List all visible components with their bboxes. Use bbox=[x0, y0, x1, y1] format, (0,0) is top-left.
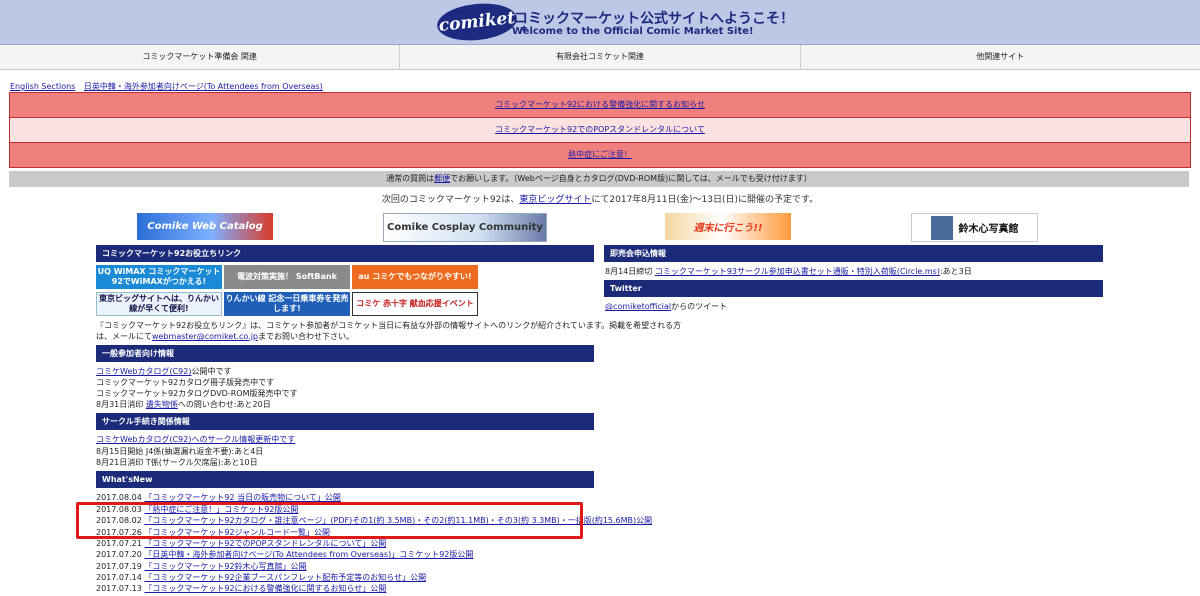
circle-info-item: 8月21日消印 T係(サークル欠席届):あと10日 bbox=[96, 457, 258, 468]
sale-info-header: 即売会申込情報 bbox=[604, 245, 1103, 262]
nav-item-preparatory[interactable]: コミックマーケット準備会 関連 bbox=[0, 45, 401, 69]
security-notice-link[interactable]: コミックマーケット92における警備強化に関するお知らせ bbox=[495, 100, 705, 109]
web-catalog-banner[interactable]: Comike Web Catalog bbox=[137, 213, 273, 240]
contact-text: 通常の質問は bbox=[386, 174, 435, 183]
contact-bar: 通常の質問は郵便でお願いします。（Webページ自身とカタログ(DVD-ROM版)… bbox=[9, 171, 1189, 187]
header-title-en: Welcome to the Official Comic Market Sit… bbox=[512, 26, 754, 37]
general-info-item: コミケWebカタログ(C92)公開中です bbox=[96, 366, 231, 377]
news-link[interactable]: 「コミックマーケット92 当日の販売物について」公開 bbox=[144, 493, 340, 502]
circle-update-link[interactable]: コミケWebカタログ(C92)へのサークル情報更新中です bbox=[96, 435, 295, 444]
twitter-text: からのツイート bbox=[671, 302, 728, 311]
notice-row: コミックマーケット92でのPOPスタンドレンタルについて bbox=[10, 118, 1190, 143]
big-sight-link[interactable]: 東京ビッグサイト bbox=[519, 195, 591, 205]
comiket-logo[interactable]: comiket bbox=[435, 0, 519, 45]
event-schedule: 次回のコミックマーケット92は、東京ビッグサイトにて2017年8月11日(金)～… bbox=[0, 192, 1200, 205]
uq-wimax-ad[interactable]: UQ WiMAX コミックマーケット92でWiMAXがつかえる! bbox=[96, 265, 222, 289]
general-info-item: コミックマーケット92カタログDVD-ROM版発売中です bbox=[96, 389, 298, 398]
sale-info-item: 8月14日締切 コミックマーケット93サークル参加申込書セット通販・特別入荷販(… bbox=[605, 266, 972, 277]
notice-box: コミックマーケット92における警備強化に関するお知らせ コミックマーケット92で… bbox=[9, 92, 1191, 168]
au-ad[interactable]: au コミケでもつながりやすい! bbox=[352, 265, 478, 289]
news-link[interactable]: 「コミックマーケット92鈴木心写真館」公開 bbox=[144, 562, 306, 571]
softbank-ad[interactable]: 電波対策実施！ SoftBank bbox=[224, 265, 350, 289]
circle-info-text: J4係(抽選漏れ返金不要):あと4日 bbox=[145, 447, 264, 456]
twitter-item: @comiketofficialからのツイート bbox=[605, 301, 727, 312]
news-item: 2017.07.14 「コミックマーケット92企業ブースパンフレット配布予定等の… bbox=[96, 572, 426, 583]
sale-info-text: :あと3日 bbox=[939, 267, 972, 276]
news-item: 2017.07.21 「コミックマーケット92でのPOPスタンドレンタルについて… bbox=[96, 538, 386, 549]
nav-item-comiket-ltd[interactable]: 有限会社コミケット関連 bbox=[400, 45, 801, 69]
main-nav: コミックマーケット準備会 関連 有限会社コミケット関連 他関連サイト bbox=[0, 45, 1200, 70]
links-contact-text: までお問い合わせ下さい。 bbox=[258, 332, 355, 341]
general-info-item: 8月31日消印 遺失物係への問い合わせ:あと20日 bbox=[96, 399, 271, 410]
general-info-header: 一般参加者向け情報 bbox=[96, 345, 594, 362]
lost-found-link[interactable]: 遺失物係 bbox=[146, 400, 178, 409]
links-description: 『コミックマーケット92お役立ちリンク』は、コミケット参加者がコミケット当日に有… bbox=[96, 321, 682, 330]
useful-links-header: コミックマーケット92お役立ちリンク bbox=[96, 245, 594, 262]
notice-row: コミックマーケット92における警備強化に関するお知らせ bbox=[10, 93, 1190, 118]
circle-application-link[interactable]: コミックマーケット93サークル参加申込書セット通販・特別入荷販(Circle.m… bbox=[655, 267, 940, 276]
notice-row: 熱中症にご注意！ bbox=[10, 143, 1190, 167]
news-link[interactable]: 「コミックマーケット92企業ブースパンフレット配布予定等のお知らせ」公開 bbox=[144, 573, 426, 582]
circle-info-header: サークル手続き関係情報 bbox=[96, 413, 594, 430]
news-date: 2017.07.21 bbox=[96, 539, 142, 548]
news-link[interactable]: 「コミックマーケット92における警備強化に関するお知らせ」公開 bbox=[144, 584, 386, 593]
news-link[interactable]: 「コミックマーケット92でのPOPスタンドレンタルについて」公開 bbox=[144, 539, 386, 548]
top-links: English Sections 日英中韓・海外参加者向けページ(To Atte… bbox=[10, 81, 329, 92]
pop-stand-notice-link[interactable]: コミックマーケット92でのPOPスタンドレンタルについて bbox=[495, 125, 705, 134]
twitter-header: Twitter bbox=[604, 280, 1103, 297]
general-info-text: 公開中です bbox=[191, 367, 232, 376]
news-item: 2017.07.19 「コミックマーケット92鈴木心写真館」公開 bbox=[96, 561, 307, 572]
photo-studio-label: 鈴木心写真館 bbox=[958, 224, 1019, 235]
news-date: 2017.08.04 bbox=[96, 493, 142, 502]
whats-new-header: What'sNew bbox=[96, 471, 594, 488]
rinkai-pass-ad[interactable]: りんかい線 記念一日乗車券を発売します! bbox=[224, 292, 350, 316]
photo-studio-banner[interactable]: 鈴木心写真館 bbox=[911, 213, 1038, 242]
links-contact-line: は、メールにてwebmaster@comiket.co.jpまでお問い合わせ下さ… bbox=[96, 331, 354, 342]
postal-link[interactable]: 郵便 bbox=[434, 174, 450, 183]
twitter-account-link[interactable]: @comiketofficial bbox=[605, 302, 671, 311]
general-info-text: への問い合わせ:あと20日 bbox=[177, 400, 271, 409]
header-title-jp: コミックマーケット公式サイトへようこそ！ bbox=[514, 11, 794, 27]
highlight-annotation bbox=[76, 502, 583, 539]
deadline-prefix: 8月15日開始 bbox=[96, 447, 144, 456]
news-date: 2017.07.19 bbox=[96, 562, 142, 571]
web-catalog-link[interactable]: コミケWebカタログ(C92) bbox=[96, 367, 191, 376]
nav-item-other-sites[interactable]: 他関連サイト bbox=[801, 45, 1200, 69]
contact-text: でお願いします。（Webページ自身とカタログ(DVD-ROM版)に関しては、メー… bbox=[450, 174, 812, 183]
heatstroke-notice-link[interactable]: 熱中症にご注意！ bbox=[568, 150, 632, 159]
news-item: 2017.07.13 「コミックマーケット92における警備強化に関するお知らせ」… bbox=[96, 583, 386, 594]
general-info-item: コミックマーケット92カタログ冊子版発売中です bbox=[96, 378, 275, 387]
circle-info-text: T係(サークル欠席届):あと10日 bbox=[145, 458, 258, 467]
news-link[interactable]: 「日英中韓・海外参加者向けページ(To Attendees from Overs… bbox=[144, 550, 473, 559]
news-date: 2017.07.14 bbox=[96, 573, 142, 582]
webmaster-email-link[interactable]: webmaster@comiket.co.jp bbox=[152, 332, 258, 341]
schedule-text: にて2017年8月11日(金)～13日(日)に開催の予定です。 bbox=[591, 195, 819, 205]
weekend-banner[interactable]: 週末に行こう!! bbox=[665, 213, 791, 240]
news-date: 2017.07.13 bbox=[96, 584, 142, 593]
links-contact-text: は、メールにて bbox=[96, 332, 152, 341]
blood-donation-ad[interactable]: コミケ 赤十字 献血応援イベント bbox=[352, 292, 478, 316]
site-header: comiket ★ コミックマーケット公式サイトへようこそ！ Welcome t… bbox=[0, 0, 1200, 45]
photo-person-icon bbox=[930, 215, 953, 240]
deadline-prefix: 8月31日消印 bbox=[96, 400, 144, 409]
deadline-prefix: 8月14日締切 bbox=[605, 267, 653, 276]
rinkai-line-ad[interactable]: 東京ビッグサイトへは、りんかい線が早くて便利! bbox=[96, 292, 222, 316]
deadline-prefix: 8月21日消印 bbox=[96, 458, 144, 467]
schedule-text: 次回のコミックマーケット92は、 bbox=[381, 195, 520, 205]
circle-info-item: コミケWebカタログ(C92)へのサークル情報更新中です bbox=[96, 434, 295, 445]
english-sections-link[interactable]: English Sections bbox=[10, 82, 75, 91]
news-date: 2017.07.20 bbox=[96, 550, 142, 559]
cosplay-community-banner[interactable]: Comike Cosplay Community bbox=[383, 213, 547, 242]
overseas-attendees-link[interactable]: 日英中韓・海外参加者向けページ(To Attendees from Overse… bbox=[84, 82, 323, 91]
news-item: 2017.07.20 「日英中韓・海外参加者向けページ(To Attendees… bbox=[96, 549, 473, 560]
circle-info-item: 8月15日開始 J4係(抽選漏れ返金不要):あと4日 bbox=[96, 446, 263, 457]
